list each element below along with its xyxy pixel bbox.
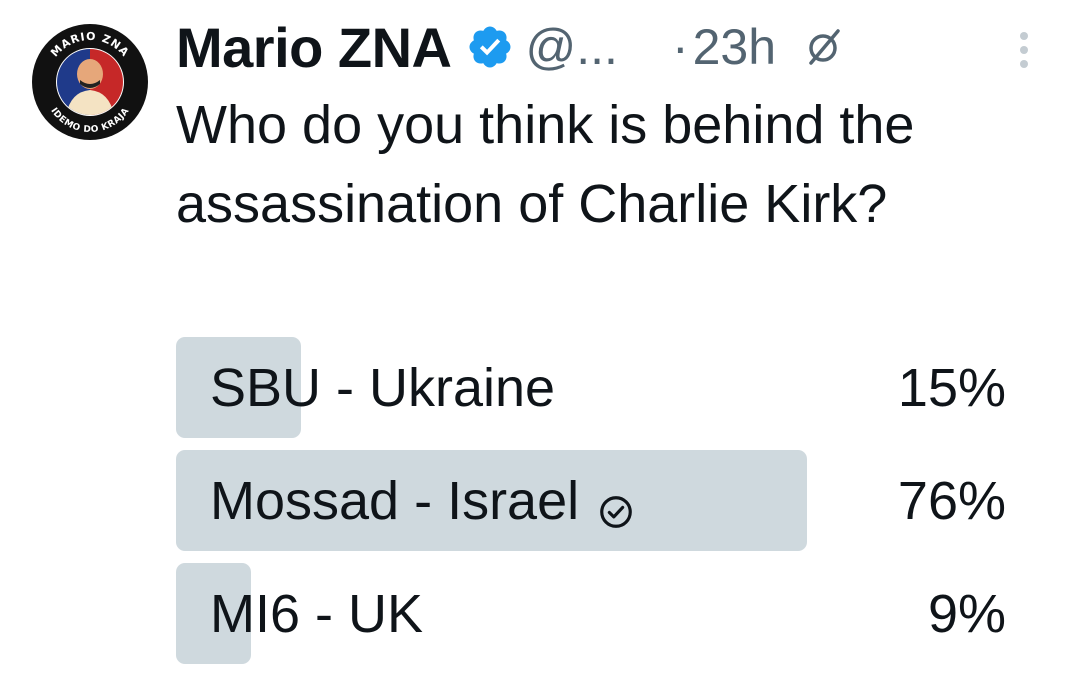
- author-avatar[interactable]: MARIO ZNA IDEMO DO KRAJA: [30, 22, 150, 142]
- poll: SBU - Ukraine 15% Mossad - Israel 76% MI…: [176, 337, 1006, 676]
- poll-option-percent: 76%: [897, 470, 1006, 531]
- poll-option[interactable]: Mossad - Israel 76%: [176, 450, 1006, 551]
- post-time[interactable]: 23h: [693, 18, 776, 76]
- more-vertical-icon[interactable]: [1012, 28, 1036, 72]
- poll-option-percent: 9%: [927, 583, 1006, 644]
- post-text: Who do you think is behind the assassina…: [176, 95, 915, 234]
- poll-option-label: MI6 - UK: [210, 583, 424, 644]
- post-header: Mario ZNA @... · 23h: [176, 14, 844, 80]
- poll-option[interactable]: MI6 - UK 9%: [176, 563, 1006, 664]
- author-handle[interactable]: @...: [526, 18, 618, 76]
- verified-badge-icon[interactable]: [466, 23, 514, 71]
- poll-option-label: Mossad - Israel: [210, 470, 580, 531]
- poll-option-label: SBU - Ukraine: [210, 357, 556, 418]
- separator-dot: ·: [671, 19, 689, 75]
- author-name[interactable]: Mario ZNA: [176, 15, 452, 80]
- poll-option[interactable]: SBU - Ukraine 15%: [176, 337, 1006, 438]
- poll-option-percent: 15%: [897, 357, 1006, 418]
- grok-icon[interactable]: [804, 27, 844, 67]
- check-circle-icon: [597, 482, 635, 528]
